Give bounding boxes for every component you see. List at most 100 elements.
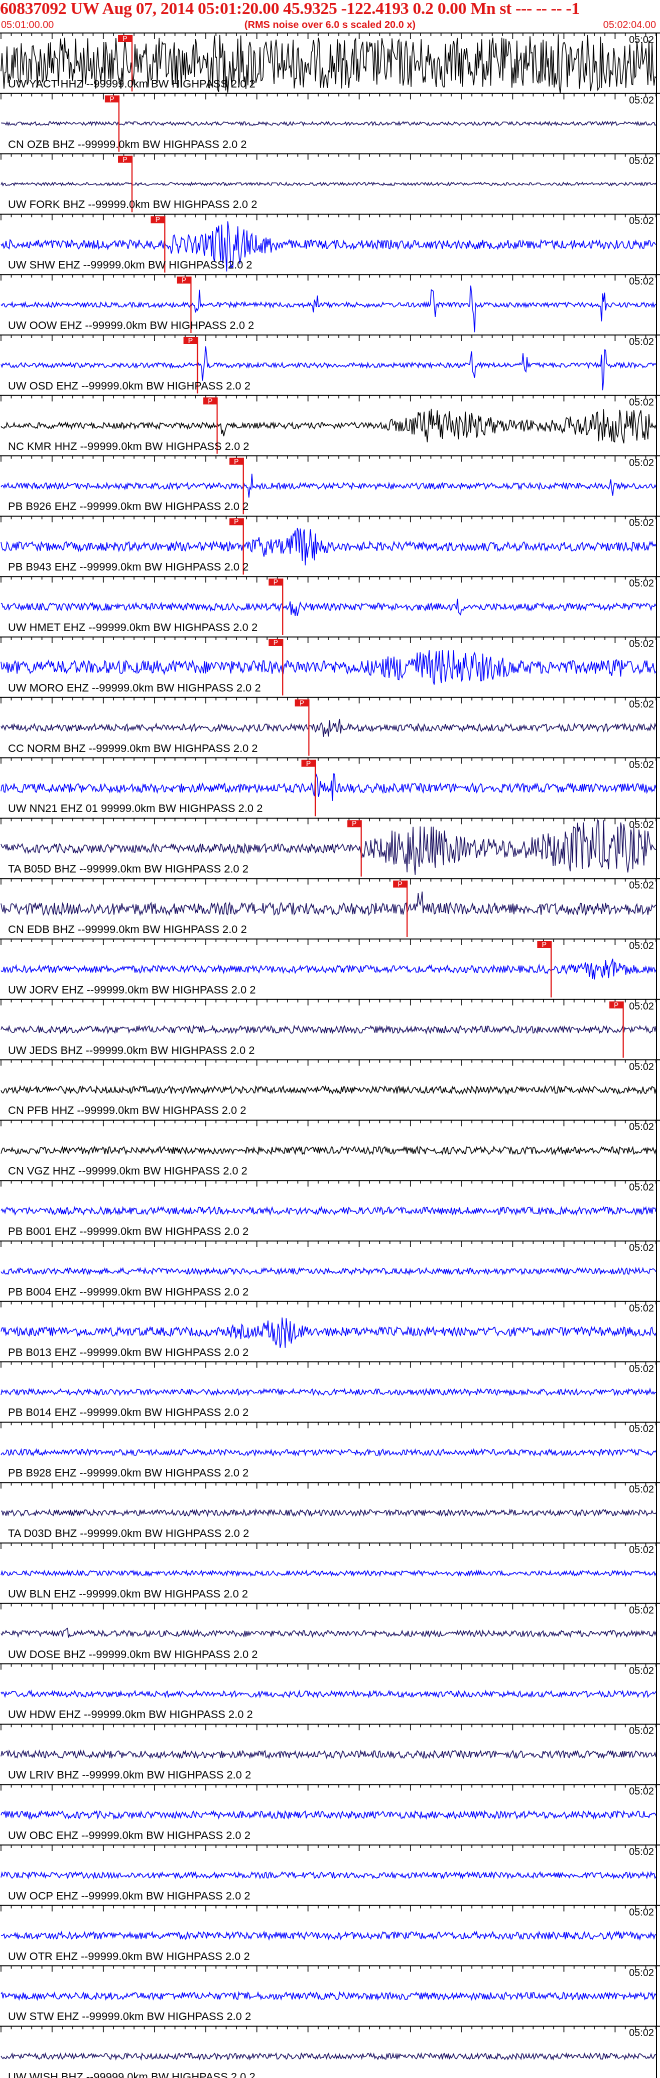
trace-15: P UW JORV EHZ --99999.0km BW HIGHPASS 2.0…: [0, 938, 660, 998]
trace-time-label: 05:02: [629, 760, 654, 771]
waveform: [0, 1809, 657, 1820]
waveform: [0, 473, 657, 498]
p-pick-label: P: [352, 821, 357, 828]
trace-2: P UW FORK BHZ --99999.0km BW HIGHPASS 2.0…: [0, 153, 660, 213]
station-label: PB B013 EHZ --99999.0km BW HIGHPASS 2.0 …: [8, 1347, 249, 1359]
trace-18: CN VGZ HHZ --99999.0km BW HIGHPASS 2.0 2…: [0, 1119, 660, 1178]
trace-33: UW WISH BHZ --99999.0km BW HIGHPASS 2.0 …: [0, 2025, 660, 2078]
time-ticks: [0, 93, 657, 100]
waveform: [0, 1024, 657, 1035]
station-label: UW BLN EHZ --99999.0km BW HIGHPASS 2.0 2: [8, 1588, 248, 1600]
waveform: [0, 1317, 657, 1348]
p-pick-label: P: [110, 96, 115, 103]
time-ticks: [0, 1784, 657, 1791]
station-label: TA B05D BHZ --99999.0km BW HIGHPASS 2.0 …: [8, 864, 248, 876]
trace-4: P UW OOW EHZ --99999.0km BW HIGHPASS 2.0 …: [0, 274, 660, 333]
station-label: CN VGZ HHZ --99999.0km BW HIGHPASS 2.0 2: [8, 1166, 247, 1178]
trace-time-label: 05:02: [629, 156, 654, 167]
station-label: UW WISH BHZ --99999.0km BW HIGHPASS 2.0 …: [8, 2072, 255, 2078]
trace-time-label: 05:02: [629, 458, 654, 469]
trace-12: P UW NN21 EHZ 01 99999.0km BW HIGHPASS 2.…: [0, 757, 660, 817]
trace-time-label: 05:02: [629, 941, 654, 952]
trace-time-label: 05:02: [629, 1545, 654, 1556]
trace-22: PB B014 EHZ --99999.0km BW HIGHPASS 2.0 …: [0, 1361, 660, 1419]
trace-time-label: 05:02: [629, 337, 654, 348]
trace-time-label: 05:02: [629, 1605, 654, 1616]
p-pick-label: P: [123, 157, 128, 164]
time-ticks: [0, 637, 657, 643]
time-ticks: [0, 939, 657, 945]
trace-time-label: 05:02: [629, 820, 654, 831]
waveform: [0, 1930, 657, 1941]
time-ticks: [0, 1059, 657, 1066]
p-pick-label: P: [188, 338, 193, 345]
time-ticks: [0, 335, 657, 341]
trace-time-label: 05:02: [629, 1787, 654, 1798]
trace-30: UW OCP EHZ --99999.0km BW HIGHPASS 2.0 2…: [0, 1844, 660, 1902]
trace-17: CN PFB HHZ --99999.0km BW HIGHPASS 2.0 2…: [0, 1059, 660, 1117]
station-label: UW YACT HHZ --99999.0km BW HIGHPASS 2.0 …: [8, 78, 255, 90]
trace-time-label: 05:02: [629, 397, 654, 408]
waveform: [0, 1447, 657, 1457]
trace-time-label: 05:02: [629, 1364, 654, 1375]
waveform: [0, 1508, 657, 1518]
station-label: NC KMR HHZ --99999.0km BW HIGHPASS 2.0 2: [8, 441, 249, 453]
station-label: UW NN21 EHZ 01 99999.0km BW HIGHPASS 2.0…: [8, 803, 263, 815]
time-ticks: [0, 1241, 657, 1247]
time-ticks: [0, 274, 657, 281]
trace-1: P CN OZB BHZ --99999.0km BW HIGHPASS 2.0 …: [0, 92, 660, 152]
station-label: PB B001 EHZ --99999.0km BW HIGHPASS 2.0 …: [8, 1226, 249, 1238]
time-ticks: [0, 1422, 657, 1429]
time-ticks: [0, 818, 657, 825]
time-ticks: [0, 1301, 657, 1308]
time-ticks: [0, 697, 657, 704]
p-pick-label: P: [182, 278, 187, 285]
trace-time-label: 05:02: [629, 1485, 654, 1496]
time-ticks: [0, 33, 657, 39]
trace-29: UW OBC EHZ --99999.0km BW HIGHPASS 2.0 2…: [0, 1784, 660, 1842]
time-ticks: [0, 999, 657, 1006]
station-label: UW OTR EHZ --99999.0km BW HIGHPASS 2.0 2: [8, 1951, 250, 1963]
p-pick-label: P: [155, 217, 160, 224]
p-pick-label: P: [398, 882, 403, 889]
trace-23: PB B928 EHZ --99999.0km BW HIGHPASS 2.0 …: [0, 1421, 660, 1480]
time-ticks: [0, 1543, 657, 1549]
waveform: [0, 649, 657, 685]
p-pick-label: P: [273, 580, 278, 587]
waveform: [0, 1569, 657, 1577]
time-ticks: [0, 1180, 657, 1187]
trace-27: UW HDW EHZ --99999.0km BW HIGHPASS 2.0 2…: [0, 1663, 660, 1721]
time-ticks: [0, 1905, 657, 1912]
time-ticks: [0, 2026, 657, 2033]
waveform: [0, 958, 657, 980]
trace-time-label: 05:02: [629, 579, 654, 590]
station-label: UW HMET EHZ --99999.0km BW HIGHPASS 2.0 …: [8, 622, 258, 634]
time-ticks: [0, 1603, 657, 1610]
trace-13: P TA B05D BHZ --99999.0km BW HIGHPASS 2.0…: [0, 817, 660, 877]
waveform: [0, 1266, 657, 1276]
waveform: [0, 1627, 657, 1639]
trace-time-label: 05:02: [629, 35, 654, 46]
waveform: [0, 891, 657, 917]
waveform: [0, 1689, 657, 1699]
station-label: UW HDW EHZ --99999.0km BW HIGHPASS 2.0 2: [8, 1709, 253, 1721]
p-pick-label: P: [123, 36, 128, 43]
p-pick-label: P: [614, 1002, 619, 1009]
time-ticks: [0, 153, 657, 160]
waveform: [0, 773, 657, 802]
waveform: [0, 181, 657, 187]
trace-time-label: 05:02: [629, 881, 654, 892]
station-label: UW OCP EHZ --99999.0km BW HIGHPASS 2.0 2: [8, 1890, 250, 1902]
time-ticks: [0, 1965, 657, 1972]
trace-31: UW OTR EHZ --99999.0km BW HIGHPASS 2.0 2…: [0, 1904, 660, 1963]
waveform: [0, 1870, 657, 1880]
station-label: UW OSD EHZ --99999.0km BW HIGHPASS 2.0 2: [8, 380, 250, 392]
waveform: [0, 598, 657, 616]
waveform: [0, 2051, 657, 2061]
trace-time-label: 05:02: [629, 1303, 654, 1314]
time-ticks: [0, 1361, 657, 1368]
waveform: [0, 1085, 657, 1096]
trace-19: PB B001 EHZ --99999.0km BW HIGHPASS 2.0 …: [0, 1180, 660, 1238]
trace-time-label: 05:02: [629, 1424, 654, 1435]
time-ticks: [0, 1120, 657, 1127]
